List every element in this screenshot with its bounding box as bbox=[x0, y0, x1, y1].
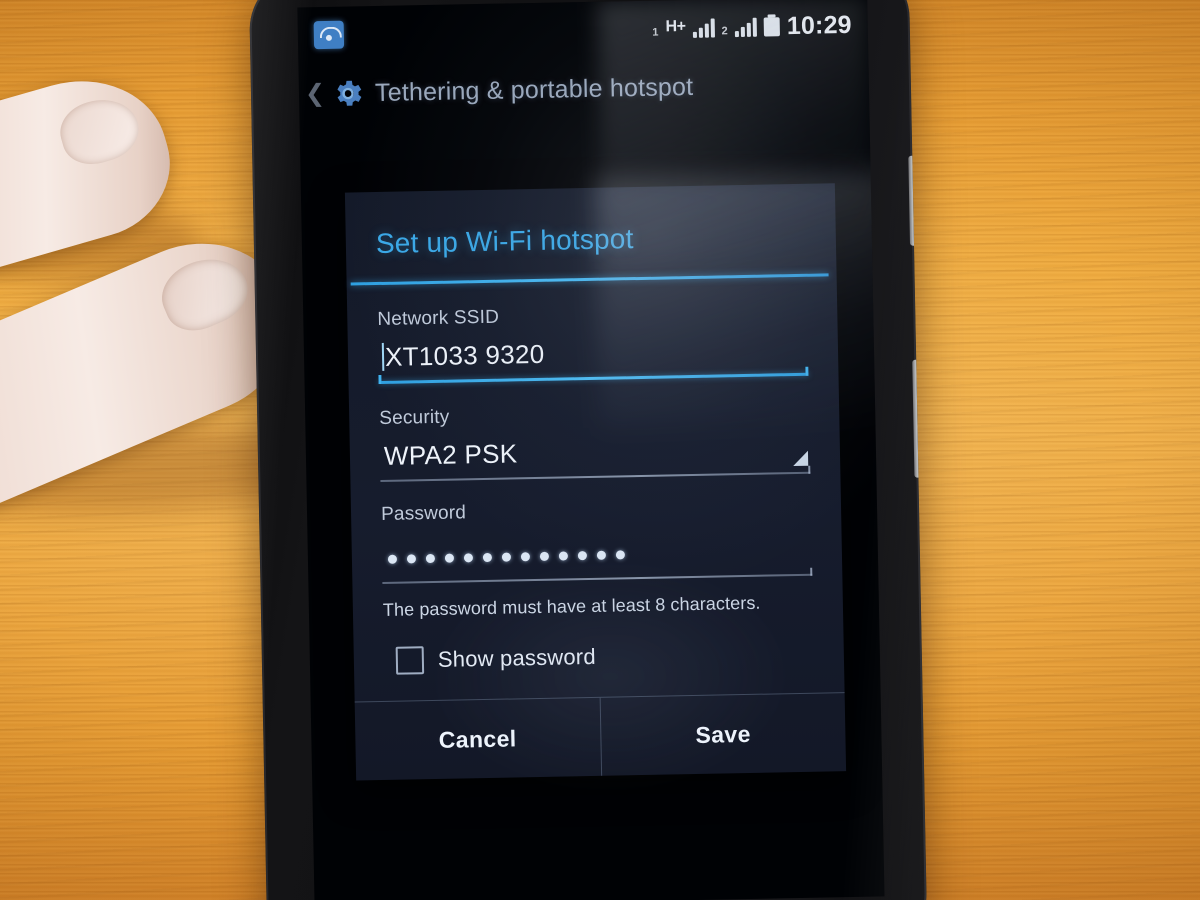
signal-bars-icon-sim1 bbox=[692, 17, 715, 38]
dropdown-triangle-icon bbox=[792, 450, 809, 467]
password-dot bbox=[596, 550, 606, 560]
password-dot bbox=[387, 554, 398, 564]
dialog-title: Set up Wi-Fi hotspot bbox=[375, 223, 634, 260]
password-dot bbox=[463, 552, 474, 562]
screenshot-root: 1 H+ 2 10:29 ❮ Tethering & portable hots… bbox=[0, 0, 1200, 900]
password-dot bbox=[539, 551, 549, 561]
phone-screen: 1 H+ 2 10:29 ❮ Tethering & portable hots… bbox=[297, 0, 885, 900]
password-hint-text: The password must have at least 8 charac… bbox=[382, 592, 761, 620]
password-dot bbox=[482, 552, 493, 562]
ssid-value: XT1033 9320 bbox=[384, 338, 545, 372]
status-bar: 1 H+ 2 10:29 bbox=[297, 0, 868, 63]
action-bar: ❮ Tethering & portable hotspot bbox=[298, 53, 869, 126]
password-dot bbox=[558, 550, 568, 561]
show-password-label: Show password bbox=[437, 643, 596, 672]
password-input[interactable] bbox=[381, 526, 812, 582]
setup-wifi-hotspot-dialog: Set up Wi-Fi hotspot Network SSID XT1033… bbox=[344, 172, 885, 781]
settings-gear-icon bbox=[331, 76, 366, 111]
back-chevron-icon[interactable]: ❮ bbox=[305, 80, 326, 107]
dialog-button-bar: Cancel Save bbox=[354, 692, 847, 781]
fingernail-upper bbox=[53, 90, 146, 172]
password-dot bbox=[444, 553, 455, 563]
sim2-label: 2 bbox=[721, 24, 729, 37]
page-title: Tethering & portable hotspot bbox=[374, 72, 694, 107]
save-button[interactable]: Save bbox=[600, 693, 846, 776]
password-dot bbox=[520, 551, 530, 561]
password-label: Password bbox=[380, 502, 467, 525]
sim1-label: 1 bbox=[652, 26, 659, 39]
status-bar-left bbox=[313, 20, 345, 50]
password-dot bbox=[615, 549, 625, 559]
network-type-label: H+ bbox=[665, 17, 686, 35]
ssid-label: Network SSID bbox=[377, 306, 500, 331]
show-password-checkbox[interactable] bbox=[395, 646, 425, 675]
status-clock: 10:29 bbox=[786, 10, 853, 40]
password-dot bbox=[501, 551, 512, 562]
smartphone-device: 1 H+ 2 10:29 ❮ Tethering & portable hots… bbox=[248, 0, 928, 900]
show-password-row[interactable]: Show password bbox=[384, 635, 815, 701]
security-value: WPA2 PSK bbox=[383, 438, 518, 471]
wifi-hotspot-icon bbox=[313, 20, 345, 50]
cancel-button[interactable]: Cancel bbox=[354, 697, 602, 781]
dialog-body: Network SSID XT1033 9320 Security WPA2 P… bbox=[347, 276, 845, 701]
battery-icon bbox=[763, 16, 781, 37]
password-dot bbox=[577, 550, 587, 560]
security-label: Security bbox=[379, 406, 450, 429]
password-dot bbox=[425, 553, 436, 563]
fingernail-pointing bbox=[152, 246, 258, 341]
status-bar-right: 1 H+ 2 10:29 bbox=[652, 10, 852, 43]
password-dot bbox=[406, 553, 417, 563]
signal-bars-icon-sim2 bbox=[734, 17, 758, 38]
